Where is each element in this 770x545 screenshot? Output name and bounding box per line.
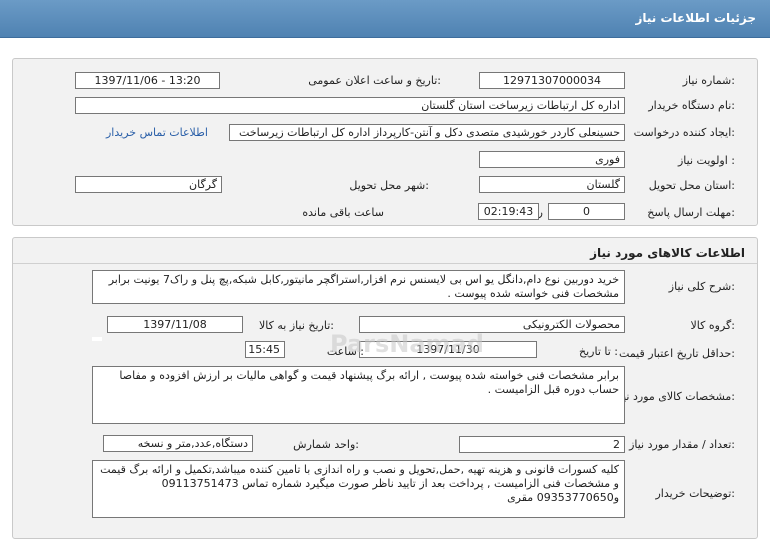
announce-datetime-field[interactable]: 1397/11/06 - 13:20 bbox=[75, 72, 220, 89]
time-remaining-label: ساعت باقی مانده bbox=[302, 206, 384, 219]
buyer-org-field[interactable]: اداره کل ارتباطات زیرساخت استان گلستان bbox=[75, 97, 625, 114]
deadline-label: مهلت ارسال پاسخ: bbox=[647, 206, 735, 219]
need-date-field[interactable]: 1397/11/08 bbox=[107, 316, 243, 333]
buyer-notes-field[interactable]: کلیه کسورات قانونی و هزینه تهیه ,حمل,تحو… bbox=[92, 460, 625, 518]
spec-label: مشخصات کالای مورد نیاز: bbox=[614, 390, 735, 403]
city-label: شهر محل تحویل: bbox=[349, 179, 429, 192]
need-date-label: تاریخ نیاز به کالا: bbox=[259, 319, 334, 332]
spec-field[interactable]: برابر مشخصات فنی خواسته شده پیوست , ارائ… bbox=[92, 366, 625, 424]
goods-section-title: اطلاعات کالاهای مورد نیاز bbox=[590, 246, 745, 260]
unit-field[interactable]: دستگاه,عدد,متر و نسخه bbox=[103, 435, 253, 452]
page-title: جزئیات اطلاعات نیاز bbox=[635, 11, 756, 25]
buyer-org-label: نام دستگاه خریدار: bbox=[648, 99, 735, 112]
need-info-panel: شماره نیاز: 12971307000034 تاریخ و ساعت … bbox=[12, 58, 758, 226]
spacer bbox=[92, 337, 102, 341]
summary-field[interactable]: خرید دوربین نوع دام,دانگل یو اس بی لایسن… bbox=[92, 270, 625, 304]
hour-label: ساعت : bbox=[326, 345, 364, 358]
buyer-contact-link[interactable]: اطلاعات تماس خریدار bbox=[106, 126, 208, 139]
unit-label: واحد شمارش: bbox=[293, 438, 359, 451]
need-number-label: شماره نیاز: bbox=[682, 74, 735, 87]
days-remaining-field[interactable]: 0 bbox=[548, 203, 625, 220]
priority-label: اولویت نیاز : bbox=[677, 154, 735, 167]
validity-label: حداقل تاریخ اعتبار قیمت: bbox=[619, 347, 735, 360]
hour-field[interactable]: 15:45 bbox=[245, 341, 285, 358]
until-date-label: تا تاریخ : bbox=[579, 345, 618, 358]
requester-label: ایجاد کننده درخواست: bbox=[633, 126, 735, 139]
city-field[interactable]: گرگان bbox=[75, 176, 222, 193]
goods-info-panel: اطلاعات کالاهای مورد نیاز شرح کلی نیاز: … bbox=[12, 237, 758, 539]
priority-field[interactable]: فوری bbox=[479, 151, 625, 168]
section-divider bbox=[13, 263, 757, 264]
province-label: استان محل تحویل: bbox=[648, 179, 735, 192]
until-date-field[interactable]: 1397/11/30 bbox=[359, 341, 537, 358]
group-label: گروه کالا: bbox=[690, 319, 735, 332]
announce-label: تاریخ و ساعت اعلان عمومی: bbox=[308, 74, 441, 87]
quantity-field[interactable]: 2 bbox=[459, 436, 625, 453]
group-field[interactable]: محصولات الکترونیکی bbox=[359, 316, 625, 333]
time-remaining-field[interactable]: 02:19:43 bbox=[478, 203, 539, 220]
summary-label: شرح کلی نیاز: bbox=[668, 280, 735, 293]
quantity-label: تعداد / مقدار مورد نیاز: bbox=[629, 438, 735, 451]
province-field[interactable]: گلستان bbox=[479, 176, 625, 193]
need-number-field[interactable]: 12971307000034 bbox=[479, 72, 625, 89]
buyer-notes-label: توضیحات خریدار: bbox=[655, 487, 736, 500]
title-bar: جزئیات اطلاعات نیاز bbox=[0, 0, 770, 38]
requester-field[interactable]: حسینعلی کاردر خورشیدی متصدی دکل و آنتن-ک… bbox=[229, 124, 625, 141]
